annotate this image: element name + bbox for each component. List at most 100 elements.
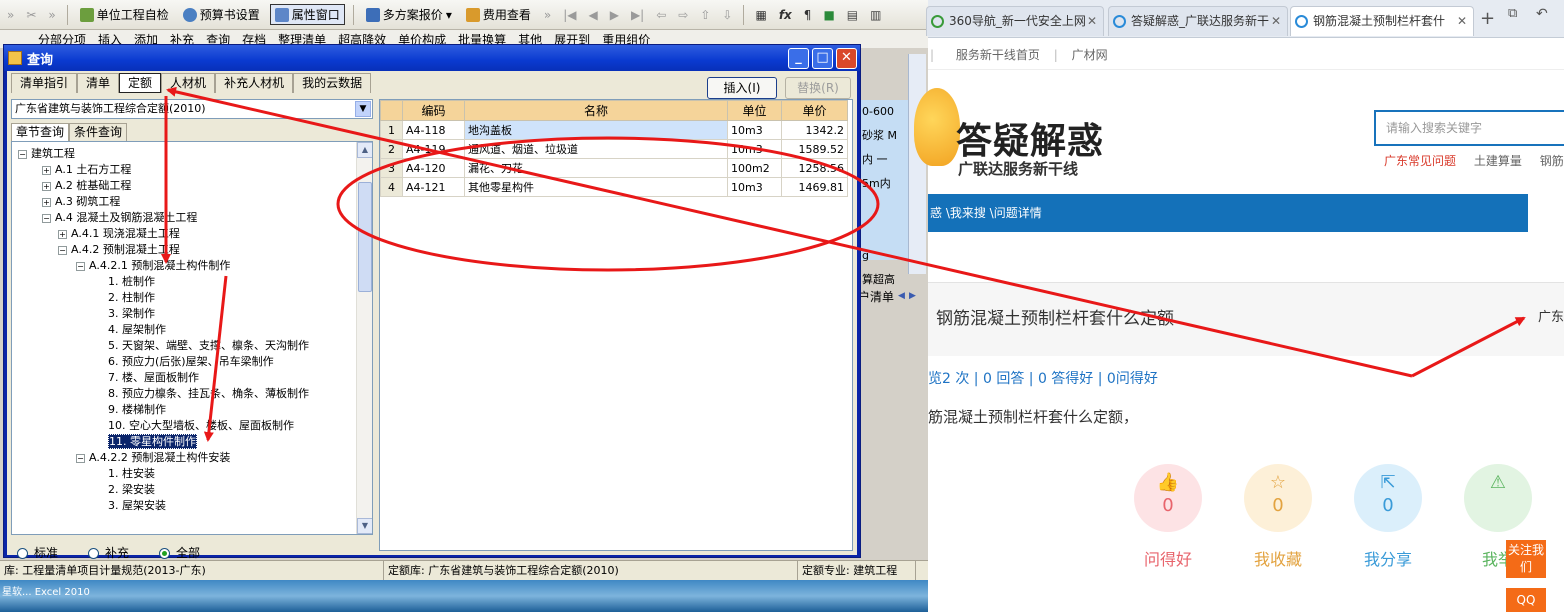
cell-n[interactable]: 4	[380, 177, 403, 197]
tree-leaf[interactable]: 2. 梁安装	[108, 482, 155, 498]
grid-header-unit[interactable]: 单位	[727, 100, 782, 121]
tree-branch[interactable]: + A.4.1 现浇混凝土工程	[58, 226, 180, 242]
tree-branch[interactable]: − A.4.2.1 预制混凝土构件制作	[76, 258, 230, 274]
budget-settings-button[interactable]: 预算书设置	[179, 5, 264, 24]
table-row[interactable]: 1 A4-118 地沟盖板 10m3 1342.2	[380, 120, 848, 140]
minimize-button[interactable]: _	[788, 48, 809, 69]
scroll-thumb[interactable]	[358, 182, 372, 292]
arrow-right-icon[interactable]: ▶	[909, 291, 916, 301]
grid-header-code[interactable]: 编码	[402, 100, 465, 121]
cell-unit[interactable]: 10m3	[727, 139, 782, 159]
chapter-tree[interactable]: ▲ ▼ − 建筑工程 + A.1 土石方工程 + A.2 桩基础工程 + A.3 砌筑工程 − A…	[11, 141, 373, 535]
search-mode-tab-0[interactable]: 章节查询	[11, 123, 70, 141]
tree-branch[interactable]: − A.4 混凝土及钢筋混凝土工程	[42, 210, 197, 226]
formula-icon[interactable]: fx	[776, 8, 795, 22]
query-tab-2[interactable]: 定额	[119, 73, 162, 93]
toolbar-overflow-icon-3[interactable]: »	[541, 8, 554, 22]
toolbar-overflow-icon-2[interactable]: »	[45, 8, 58, 22]
insert-button[interactable]: 插入(I)	[707, 77, 777, 99]
tree-branch[interactable]: − A.4.2 预制混凝土工程	[58, 242, 180, 258]
dinge-library-select[interactable]: 广东省建筑与装饰工程综合定额(2010) ▼	[11, 99, 373, 119]
multi-plan-button[interactable]: 多方案报价 ▾	[362, 5, 456, 24]
radio-circle[interactable]	[17, 547, 28, 559]
cell-price[interactable]: 1342.2	[781, 120, 848, 140]
cell-n[interactable]: 3	[380, 158, 403, 178]
grid-header-name[interactable]: 名称	[464, 100, 728, 121]
subnav-gcw-link[interactable]: 广材网	[1072, 48, 1108, 62]
cell-code[interactable]: A4-118	[402, 120, 465, 140]
hot-link-2[interactable]: 土建算量	[1474, 154, 1522, 168]
arrow-left-icon[interactable]: ◀	[898, 291, 905, 301]
query-tab-5[interactable]: 我的云数据	[293, 73, 372, 93]
calculator-icon[interactable]: ▦	[752, 8, 769, 22]
subnav-home-link[interactable]: 服务新干线首页	[956, 48, 1040, 62]
tree-leaf[interactable]: 4. 屋架制作	[108, 322, 166, 338]
collapse-icon[interactable]: −	[18, 149, 27, 159]
expand-icon[interactable]: +	[42, 181, 51, 191]
export-icon[interactable]: ▤	[844, 8, 861, 22]
radio-all[interactable]: 全部	[159, 544, 200, 561]
browser-tab-3[interactable]: 钢筋混凝土预制栏杆套什 ✕	[1290, 6, 1474, 36]
table-row[interactable]: 3 A4-120 漏花、刀花 100m2 1258.56	[380, 158, 848, 178]
scroll-down-icon[interactable]: ▼	[357, 518, 372, 534]
maximize-button[interactable]: □	[812, 48, 833, 69]
tree-leaf[interactable]: 8. 预应力檩条、挂瓦条、桷条、薄板制作	[108, 386, 309, 402]
cell-n[interactable]: 1	[380, 120, 403, 140]
tree-scrollbar[interactable]: ▲ ▼	[356, 142, 372, 534]
tree-leaf[interactable]: 3. 梁制作	[108, 306, 155, 322]
next-icon[interactable]: ▶	[607, 8, 622, 22]
table-row[interactable]: 2 A4-119 通风道、烟道、垃圾道 10m3 1589.52	[380, 139, 848, 159]
tree-branch[interactable]: − A.4.2.2 预制混凝土构件安装	[76, 450, 230, 466]
collapse-icon[interactable]: −	[42, 213, 51, 223]
cell-price[interactable]: 1469.81	[781, 177, 848, 197]
tree-leaf[interactable]: 5. 天窗架、端壁、支撑、檩条、天沟制作	[108, 338, 309, 354]
radio-standard[interactable]: 标准	[17, 544, 58, 561]
hot-link-1[interactable]: 广东常见问题	[1384, 154, 1456, 168]
browser-tab-2[interactable]: 答疑解惑_广联达服务新干 ✕	[1108, 6, 1288, 36]
expand-icon[interactable]: +	[58, 229, 67, 239]
cost-view-button[interactable]: 费用查看	[462, 5, 535, 24]
cell-unit[interactable]: 10m3	[727, 120, 782, 140]
restore-tabs-icon[interactable]: ⧉	[1508, 6, 1517, 21]
tree-leaf[interactable]: 11. 零星构件制作	[108, 434, 197, 450]
tree-leaf[interactable]: 1. 柱安装	[108, 466, 155, 482]
collapse-icon[interactable]: −	[76, 453, 85, 463]
first-icon[interactable]: |◀	[560, 8, 579, 22]
property-window-button[interactable]: 属性窗口	[269, 4, 345, 25]
cell-n[interactable]: 2	[380, 139, 403, 159]
move-left-icon[interactable]: ⇦	[653, 8, 669, 22]
cell-name[interactable]: 其他零星构件	[464, 177, 728, 197]
tree-branch[interactable]: + A.2 桩基础工程	[42, 178, 131, 194]
breadcrumb[interactable]: 惑 \我来搜 \问题详情	[928, 194, 1528, 232]
grid-header-price[interactable]: 单价	[781, 100, 848, 121]
table-row[interactable]: 4 A4-121 其他零星构件 10m3 1469.81	[380, 177, 848, 197]
tree-leaf[interactable]: 1. 桩制作	[108, 274, 155, 290]
cell-code[interactable]: A4-120	[402, 158, 465, 178]
action-2-button[interactable]: ⇱ 0	[1354, 464, 1422, 532]
query-dialog-titlebar[interactable]: 查询 _ □ ✕	[4, 45, 860, 71]
logo-title[interactable]: 答疑解惑	[956, 112, 1104, 164]
qq-button[interactable]: QQ	[1506, 588, 1546, 612]
collapse-icon[interactable]: −	[76, 261, 85, 271]
radio-supplement[interactable]: 补充	[88, 544, 129, 561]
tree-leaf[interactable]: 10. 空心大型墙板、楼板、屋面板制作	[108, 418, 294, 434]
action-label[interactable]: 问得好	[1123, 546, 1213, 570]
toolbar-overflow-icon[interactable]: »	[4, 8, 17, 22]
replace-button[interactable]: 替换(R)	[785, 77, 851, 99]
tree-leaf[interactable]: 9. 楼梯制作	[108, 402, 166, 418]
action-label[interactable]: 我收藏	[1233, 546, 1323, 570]
hot-link-3[interactable]: 钢筋算	[1540, 154, 1564, 168]
cell-price[interactable]: 1589.52	[781, 139, 848, 159]
move-down-icon[interactable]: ⇩	[719, 8, 735, 22]
sheet-icon[interactable]: ■	[820, 8, 837, 22]
radio-circle-selected[interactable]	[159, 547, 171, 559]
move-up-icon[interactable]: ⇧	[697, 8, 713, 22]
tree-branch[interactable]: − 建筑工程	[18, 146, 75, 162]
follow-us-button[interactable]: 关注我们	[1506, 540, 1546, 578]
expand-icon[interactable]: +	[42, 165, 51, 175]
cell-name[interactable]: 漏花、刀花	[464, 158, 728, 178]
background-scrollbar[interactable]	[908, 54, 926, 274]
move-right-icon[interactable]: ⇨	[675, 8, 691, 22]
tree-branch[interactable]: + A.1 土石方工程	[42, 162, 131, 178]
cell-unit[interactable]: 100m2	[727, 158, 782, 178]
